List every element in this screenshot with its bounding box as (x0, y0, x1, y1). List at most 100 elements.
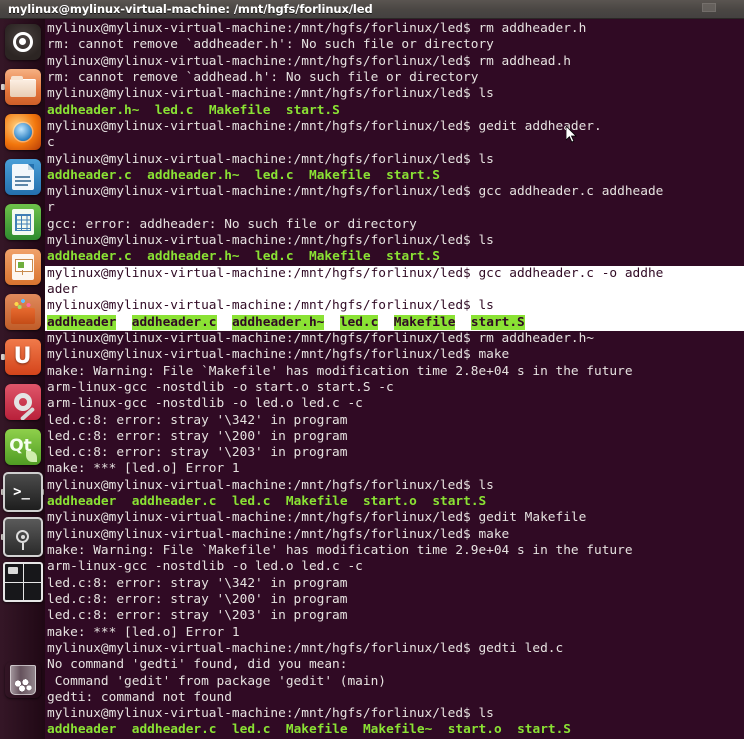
gear-wrench-icon (4, 383, 41, 420)
filename-token: Makefile (208, 102, 271, 118)
terminal-line: rm: cannot remove `addhead.h': No such f… (47, 69, 479, 85)
safe-vault-icon (2, 516, 43, 557)
terminal-line: mylinux@mylinux-virtual-machine:/mnt/hgf… (47, 347, 510, 363)
filename-token: led.c (154, 102, 194, 118)
launcher-item-firefox[interactable] (0, 109, 45, 154)
filename-token: Makefile (285, 494, 348, 510)
window-title: mylinux@mylinux-virtual-machine: /mnt/hg… (8, 2, 373, 16)
trash-icon (5, 662, 41, 698)
filename-token: addheader.c (47, 167, 132, 183)
filename-token: start.S (470, 314, 525, 330)
mouse-pointer-icon (566, 126, 577, 143)
terminal-line: led.c:8: error: stray '\200' in program (47, 428, 348, 444)
filename-token: Makefile (309, 249, 371, 265)
launcher-item-libreoffice-calc[interactable] (0, 199, 45, 244)
window-titlebar[interactable]: mylinux@mylinux-virtual-machine: /mnt/hg… (0, 0, 744, 19)
launcher-item-system-settings[interactable] (0, 379, 45, 424)
terminal-line: mylinux@mylinux-virtual-machine:/mnt/hgf… (47, 706, 494, 722)
terminal-line: mylinux@mylinux-virtual-machine:/mnt/hgf… (47, 330, 595, 346)
launcher-item-trash[interactable] (0, 657, 45, 702)
terminal-line: rm: cannot remove `addheader.h': No such… (47, 37, 494, 53)
launcher-item-workspace-switcher[interactable] (0, 559, 45, 604)
filename-token: start.o (362, 494, 417, 510)
terminal-screen[interactable]: mylinux@mylinux-virtual-machine:/mnt/hgf… (45, 19, 744, 739)
terminal-line: led.c:8: error: stray '\203' in program (47, 608, 348, 624)
launcher-item-backup-safe[interactable] (0, 514, 45, 559)
launcher-item-files[interactable] (0, 64, 45, 109)
unity-launcher[interactable]: U Qt >_ (0, 19, 46, 739)
firefox-icon (4, 113, 41, 150)
terminal-line: gedti: command not found (47, 689, 232, 705)
terminal-line: mylinux@mylinux-virtual-machine:/mnt/hgf… (47, 265, 744, 282)
terminal-line: mylinux@mylinux-virtual-machine:/mnt/hgf… (47, 640, 564, 656)
launcher-item-ubuntu-dash[interactable] (0, 19, 45, 64)
terminal-line: addheader.h~ led.c Makefile start.S (47, 103, 744, 119)
terminal-line: ader (47, 282, 744, 299)
terminal-line: mylinux@mylinux-virtual-machine:/mnt/hgf… (47, 526, 510, 542)
terminal-line: arm-linux-gcc -nostdlib -o led.o led.c -… (47, 396, 363, 412)
workspace-switcher-icon (2, 561, 43, 602)
filename-token: addheader.c (131, 494, 217, 510)
spreadsheet-icon (4, 203, 41, 240)
folder-icon (4, 68, 41, 105)
filename-token: Makefile (309, 167, 371, 183)
filename-token: led.c (231, 722, 271, 738)
filename-token: led.c (231, 494, 271, 510)
terminal-line: led.c:8: error: stray '\203' in program (47, 445, 348, 461)
launcher-item-ubuntu-one[interactable]: U (0, 334, 45, 379)
terminal-line: mylinux@mylinux-virtual-machine:/mnt/hgf… (47, 118, 602, 134)
terminal-line: gcc: error: addheader: No such file or d… (47, 216, 417, 232)
terminal-line: mylinux@mylinux-virtual-machine:/mnt/hgf… (47, 86, 494, 102)
terminal-line: mylinux@mylinux-virtual-machine:/mnt/hgf… (47, 21, 587, 36)
terminal-window[interactable]: mylinux@mylinux-virtual-machine:/mnt/hgf… (45, 19, 744, 739)
terminal-line: mylinux@mylinux-virtual-machine:/mnt/hgf… (47, 298, 744, 315)
filename-token: led.c (255, 249, 294, 265)
launcher-item-qt-creator[interactable]: Qt (0, 424, 45, 469)
filename-token: led.c (339, 314, 379, 330)
launcher-item-libreoffice-impress[interactable] (0, 244, 45, 289)
launcher-item-ubuntu-software-center[interactable] (0, 289, 45, 334)
filename-token: start.S (386, 167, 440, 183)
filename-token: Makefile (393, 314, 456, 330)
terminal-line: make: Warning: File `Makefile' has modif… (47, 543, 633, 558)
terminal-line: led.c:8: error: stray '\342' in program (47, 412, 348, 428)
terminal-line: Command 'gedit' from package 'gedit' (ma… (47, 673, 386, 689)
filename-token: addheader (47, 314, 117, 330)
terminal-line: mylinux@mylinux-virtual-machine:/mnt/hgf… (47, 477, 494, 493)
terminal-line: c (47, 135, 55, 151)
terminal-line: addheader.c addheader.h~ led.c Makefile … (47, 168, 744, 184)
terminal-line: make: *** [led.o] Error 1 (47, 461, 240, 477)
terminal-line: mylinux@mylinux-virtual-machine:/mnt/hgf… (47, 233, 494, 249)
filename-token: start.S (285, 102, 340, 118)
terminal-line: mylinux@mylinux-virtual-machine:/mnt/hgf… (47, 184, 664, 200)
launcher-item-libreoffice-writer[interactable] (0, 154, 45, 199)
terminal-line: led.c:8: error: stray '\200' in program (47, 591, 348, 607)
filename-token: start.S (432, 494, 487, 510)
qt-icon: Qt (4, 428, 41, 465)
launcher-item-terminal[interactable]: >_ (0, 469, 45, 514)
presentation-icon (4, 248, 41, 285)
filename-token: addheader.h~ (47, 102, 140, 118)
terminal-line: make: *** [led.o] Error 1 (47, 624, 240, 640)
